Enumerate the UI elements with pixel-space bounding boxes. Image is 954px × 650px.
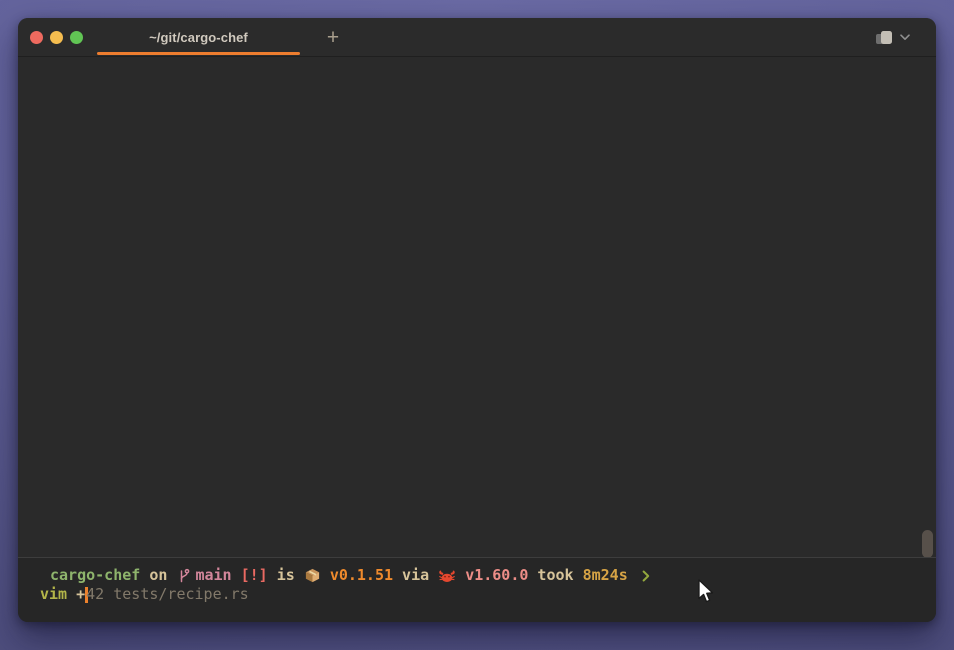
- chevron-down-icon[interactable]: [900, 34, 910, 41]
- desktop-background: ~/git/cargo-chef +: [0, 0, 954, 650]
- prompt-is-word: is: [268, 566, 304, 585]
- autosuggestion-text: 42 tests/recipe.rs: [86, 585, 249, 604]
- crab-emoji-icon: [438, 568, 456, 583]
- prompt-branch-name: main: [195, 566, 231, 585]
- scrollbar-thumb[interactable]: [922, 530, 933, 558]
- new-tab-button[interactable]: +: [314, 18, 352, 57]
- prompt-duration: 8m24s: [583, 566, 628, 585]
- prompt-package-version: v0.1.51: [330, 566, 393, 585]
- maximize-button[interactable]: [70, 31, 83, 44]
- prompt-took-word: took: [528, 566, 582, 585]
- package-emoji-icon: [304, 567, 321, 584]
- terminal-output-area[interactable]: [18, 57, 936, 557]
- mouse-cursor: [695, 578, 714, 605]
- traffic-lights: [18, 31, 83, 44]
- active-tab-indicator: [97, 52, 300, 55]
- chevron-right-icon: [642, 570, 650, 582]
- tab-cargo-chef[interactable]: ~/git/cargo-chef: [97, 18, 300, 57]
- prompt-on-word: on: [140, 566, 176, 585]
- prompt-git-status: [!]: [232, 566, 268, 585]
- typed-flag: +: [67, 585, 85, 604]
- minimize-button[interactable]: [50, 31, 63, 44]
- git-branch-icon: [178, 568, 190, 584]
- terminal-input-block: cargo-chef on main [!] is: [18, 557, 936, 622]
- prompt-via-word: via: [393, 566, 438, 585]
- command-input-line[interactable]: vim +42 tests/recipe.rs: [18, 585, 936, 604]
- tab-title: ~/git/cargo-chef: [149, 30, 248, 45]
- prompt-directory: cargo-chef: [50, 566, 140, 585]
- prompt-rust-version: v1.60.0: [465, 566, 528, 585]
- terminal-window: ~/git/cargo-chef +: [18, 18, 936, 622]
- overlapping-panes-icon[interactable]: [875, 30, 894, 46]
- prompt-line: cargo-chef on main [!] is: [18, 558, 936, 585]
- titlebar[interactable]: ~/git/cargo-chef +: [18, 18, 936, 57]
- titlebar-right-controls: [875, 18, 910, 57]
- typed-command: vim: [40, 585, 67, 604]
- close-button[interactable]: [30, 31, 43, 44]
